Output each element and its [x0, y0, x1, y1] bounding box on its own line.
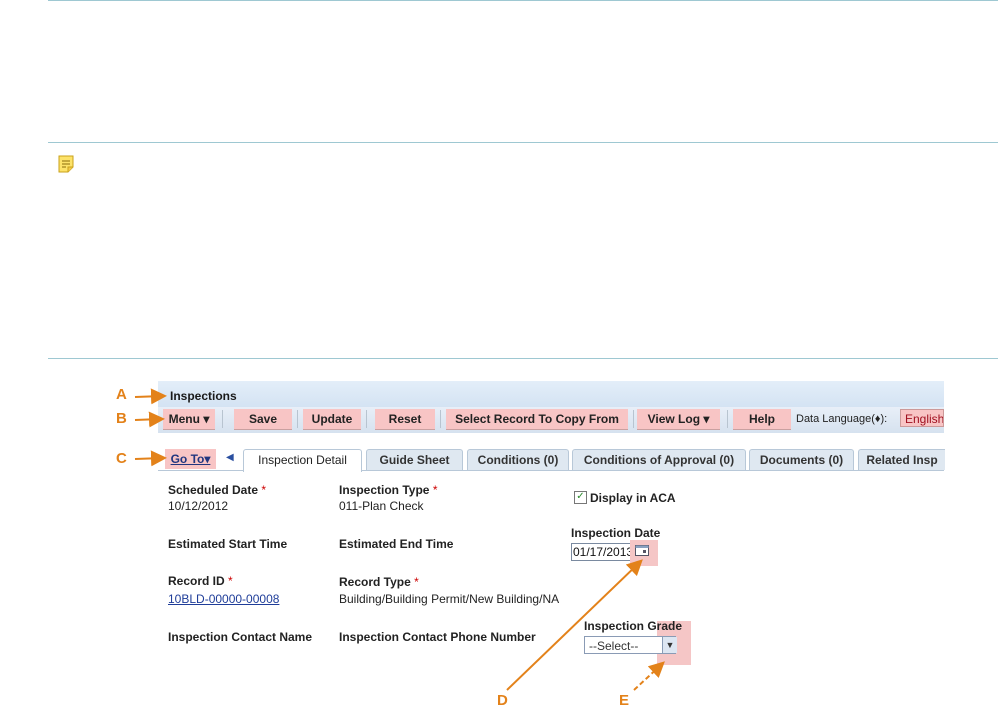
callout-arrow-a: [134, 388, 167, 405]
callout-arrow-d: [506, 559, 643, 691]
callout-arrow-c: [134, 450, 167, 467]
callout-label-d: D: [497, 692, 508, 709]
callout-arrow-b: [134, 411, 165, 428]
callout-label-a: A: [116, 386, 127, 403]
callout-arrows: [134, 388, 665, 691]
callout-arrow-e: [633, 661, 665, 691]
callout-label-b: B: [116, 410, 127, 427]
callout-label-c: C: [116, 450, 127, 467]
callout-label-e: E: [619, 692, 630, 709]
